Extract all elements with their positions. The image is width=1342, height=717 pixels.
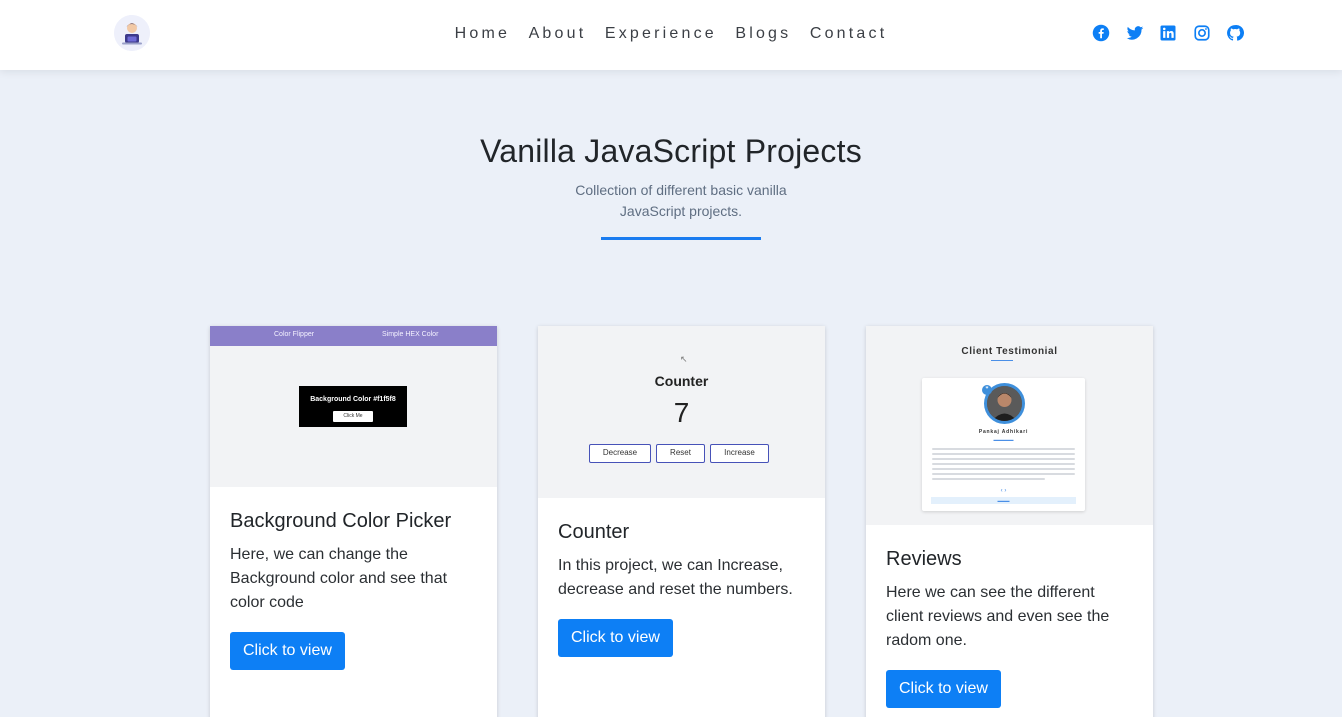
card-body: Background Color Picker Here, we can cha… (230, 508, 479, 670)
review-text-line (932, 468, 1075, 470)
quote-icon: ❞ (982, 385, 992, 395)
card-body: Counter In this project, we can Increase… (558, 519, 807, 657)
linkedin-icon[interactable] (1159, 24, 1177, 42)
nav-about[interactable]: About (529, 22, 587, 46)
nav-contact[interactable]: Contact (810, 22, 888, 46)
preview-review-panel: ❞ Pankaj Adhikari ▬▬▬▬▬ ‹ › ▬▬▬ (922, 378, 1085, 511)
preview-color-box: Background Color #f1f5f8 Click Me (299, 386, 407, 427)
review-text-line (932, 453, 1075, 455)
preview-surprise-button: ▬▬▬ (931, 497, 1076, 504)
reviewer-name: Pankaj Adhikari (978, 429, 1029, 435)
review-text-line (932, 478, 1045, 480)
preview-title-underline (991, 360, 1013, 361)
preview-testimonial-title: Client Testimonial (961, 346, 1058, 357)
click-to-view-button[interactable]: Click to view (230, 632, 345, 670)
twitter-icon[interactable] (1126, 24, 1144, 42)
click-to-view-button[interactable]: Click to view (886, 670, 1001, 708)
nav-experience[interactable]: Experience (605, 22, 717, 46)
person-icon (987, 386, 1022, 421)
card-title: Background Color Picker (230, 510, 452, 532)
nav-blogs[interactable]: Blogs (735, 22, 791, 46)
preview-counter-title: Counter (654, 373, 709, 389)
preview-decrease: Decrease (589, 444, 651, 463)
instagram-icon[interactable] (1193, 24, 1211, 42)
card-description: In this project, we can Increase, decrea… (558, 557, 793, 598)
reviewer-role: ▬▬▬▬▬ (993, 437, 1014, 442)
preview-nav: Color Flipper Simple HEX Color (210, 326, 497, 346)
review-text-line (932, 473, 1075, 475)
review-text-line (932, 448, 1075, 450)
card-description: Here, we can change the Background color… (230, 546, 448, 611)
nav-home[interactable]: Home (455, 22, 510, 46)
cursor-icon: ↖ (680, 354, 688, 364)
preview-increase: Increase (710, 444, 769, 463)
preview-reset: Reset (656, 444, 705, 463)
click-to-view-button[interactable]: Click to view (558, 619, 673, 657)
preview-click-me: Click Me (333, 411, 373, 422)
facebook-icon[interactable] (1092, 24, 1110, 42)
github-icon[interactable] (1226, 24, 1244, 42)
page-subtitle: Collection of different basic vanilla Ja… (575, 182, 787, 219)
project-preview-image[interactable]: Client Testimonial ❞ Pankaj Adhikari ▬▬▬… (866, 326, 1153, 525)
project-card-reviews: Client Testimonial ❞ Pankaj Adhikari ▬▬▬… (866, 326, 1153, 717)
preview-color-label: Background Color #f1f5f8 (310, 396, 396, 403)
card-title: Counter (558, 521, 630, 543)
project-card-background-color-picker: Color Flipper Simple HEX Color Backgroun… (210, 326, 497, 717)
review-text-line (932, 463, 1075, 465)
preview-counter-value: 7 (673, 397, 690, 428)
social-links (1081, 24, 1244, 42)
card-title: Reviews (886, 548, 962, 570)
review-text-line (932, 458, 1075, 460)
preview-arrows: ‹ › (1000, 488, 1007, 494)
card-description: Here we can see the different client rev… (886, 584, 1110, 649)
project-preview-image[interactable]: ↖ Counter 7 Decrease Reset Increase (538, 326, 825, 498)
preview-nav-right: Simple HEX Color (382, 331, 439, 338)
project-card-counter: ↖ Counter 7 Decrease Reset Increase Coun… (538, 326, 825, 717)
preview-nav-left: Color Flipper (274, 331, 315, 338)
card-body: Reviews Here we can see the different cl… (886, 546, 1135, 708)
navbar: Home About Experience Blogs Contact (0, 0, 1342, 70)
project-preview-image[interactable]: Color Flipper Simple HEX Color Backgroun… (210, 326, 497, 487)
page-title: Vanilla JavaScript Projects (480, 133, 862, 169)
title-underline (601, 237, 761, 240)
